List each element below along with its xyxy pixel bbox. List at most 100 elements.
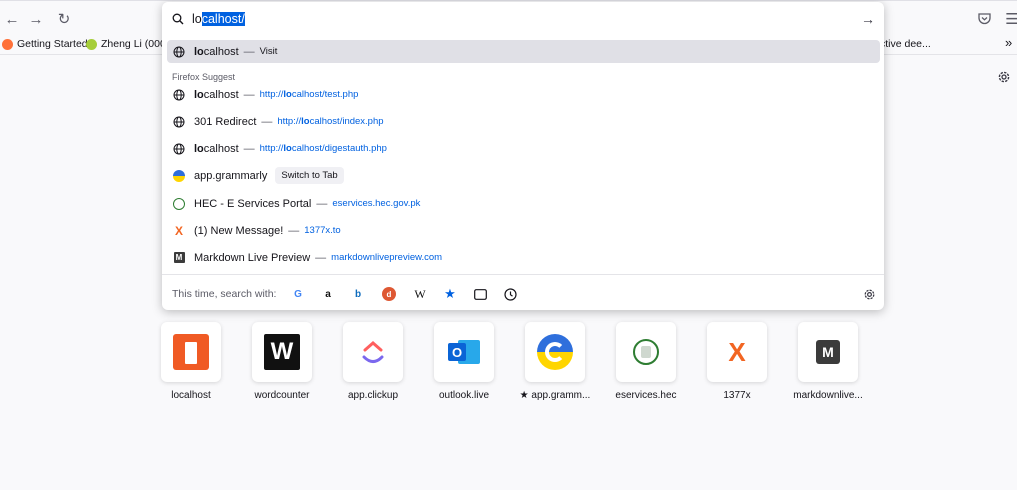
duckduckgo-icon: d <box>386 289 392 299</box>
result-separator: — <box>243 88 255 101</box>
wikipedia-icon: W <box>414 286 426 301</box>
result-separator: — <box>315 251 327 264</box>
result-separator: — <box>261 115 273 128</box>
bing-icon: b <box>354 288 362 300</box>
result-separator: — <box>243 45 255 58</box>
back-button[interactable]: ← <box>2 9 22 29</box>
top-site-wordcounter[interactable]: W <box>252 322 312 382</box>
result-title: HEC - E Services Portal <box>194 197 312 210</box>
bookmark-truncated[interactable]: ctive dee... <box>880 38 931 50</box>
result-separator: — <box>243 142 255 155</box>
hec-icon <box>172 197 186 211</box>
result-row[interactable]: HEC - E Services Portal — eservices.hec.… <box>167 192 880 215</box>
hamburger-icon: ☰ <box>1005 11 1017 28</box>
result-row[interactable]: localhost — Visit <box>167 40 880 63</box>
top-site-label[interactable]: ★ app.gramm... <box>509 390 601 401</box>
result-row[interactable]: localhost — http://localhost/digestauth.… <box>167 137 880 160</box>
top-site-outlook[interactable]: O <box>434 322 494 382</box>
pocket-button[interactable] <box>974 9 994 29</box>
top-site-label[interactable]: markdownlive... <box>782 390 874 401</box>
google-icon: G <box>294 288 302 300</box>
result-title: (1) New Message! <box>194 224 284 237</box>
top-site-label[interactable]: 1377x <box>691 390 783 401</box>
markdown-icon: M <box>816 340 840 364</box>
result-row[interactable]: M Markdown Live Preview — markdownlivepr… <box>167 246 880 269</box>
chevron-double-right-icon: » <box>1005 35 1013 50</box>
reload-button[interactable]: ↻ <box>54 9 74 29</box>
orcid-icon <box>86 38 97 50</box>
pin-icon: ★ <box>519 390 532 401</box>
result-row[interactable]: app.grammarly Switch to Tab <box>167 164 880 187</box>
autofill-selection: calhost/ <box>201 12 245 26</box>
firefox-icon <box>2 38 13 50</box>
bookmarks-overflow-button[interactable]: » <box>1005 35 1012 50</box>
result-title: 301 Redirect <box>194 115 257 128</box>
markdown-icon: M <box>172 251 186 265</box>
result-url: http://localhost/digestauth.php <box>259 143 387 154</box>
1377x-icon: X <box>728 336 746 367</box>
clock-icon <box>503 287 517 301</box>
search-settings-button[interactable] <box>862 287 876 301</box>
menu-button[interactable]: ☰ <box>1002 9 1017 29</box>
result-title: localhost <box>194 142 239 155</box>
bookmark-getting-started[interactable]: Getting Started <box>2 38 88 50</box>
top-site-clickup[interactable] <box>343 322 403 382</box>
wikipedia-engine-button[interactable]: W <box>413 287 427 301</box>
top-site-label[interactable]: wordcounter <box>236 390 328 401</box>
gear-icon <box>998 71 1010 83</box>
result-title: localhost <box>194 88 239 101</box>
top-site-label[interactable]: localhost <box>145 390 237 401</box>
result-row[interactable]: 301 Redirect — http://localhost/index.ph… <box>167 110 880 133</box>
search-icon <box>172 13 184 25</box>
amazon-engine-button[interactable]: a <box>321 287 335 301</box>
result-title: localhost <box>194 45 239 58</box>
top-site-label[interactable]: app.clickup <box>327 390 419 401</box>
arrow-right-icon: → <box>28 10 44 28</box>
urlbar-popup: localhost/ → localhost — Visit Firefox S… <box>162 2 884 310</box>
localhost-icon <box>173 334 209 370</box>
top-site-label[interactable]: outlook.live <box>418 390 510 401</box>
tabs-search-button[interactable] <box>473 287 487 301</box>
result-title: app.grammarly <box>194 169 268 182</box>
urlbar-text: localhost/ <box>192 12 245 26</box>
star-icon: ★ <box>444 286 456 301</box>
globe-icon <box>172 45 186 59</box>
forward-button[interactable]: → <box>26 9 46 29</box>
result-url: http://localhost/index.php <box>277 116 384 127</box>
grammarly-icon <box>172 169 186 183</box>
arrow-left-icon: ← <box>4 10 20 28</box>
bing-engine-button[interactable]: b <box>351 287 365 301</box>
newtab-settings-button[interactable] <box>997 70 1011 87</box>
top-site-label[interactable]: eservices.hec <box>600 390 692 401</box>
globe-icon <box>172 115 186 129</box>
top-site-1377x[interactable]: X <box>707 322 767 382</box>
result-separator: — <box>316 197 328 210</box>
result-row[interactable]: X (1) New Message! — 1377x.to <box>167 219 880 242</box>
result-row[interactable]: localhost — http://localhost/test.php <box>167 83 880 106</box>
hec-icon <box>633 339 659 365</box>
duckduckgo-engine-button[interactable]: d <box>382 287 396 301</box>
result-separator: — <box>288 224 300 237</box>
search-with-label: This time, search with: <box>172 288 277 300</box>
group-label-firefox-suggest: Firefox Suggest <box>172 72 236 82</box>
reload-icon: ↻ <box>57 11 71 28</box>
go-button[interactable]: → <box>861 11 875 27</box>
top-site-grammarly[interactable] <box>525 322 585 382</box>
amazon-icon: a <box>325 288 331 300</box>
switch-to-tab-button[interactable]: Switch to Tab <box>275 167 344 184</box>
result-url: eservices.hec.gov.pk <box>332 198 421 209</box>
result-url: http://localhost/test.php <box>259 89 359 100</box>
tab-icon <box>473 288 487 300</box>
top-site-markdown[interactable]: M <box>798 322 858 382</box>
bookmarks-search-button[interactable]: ★ <box>443 286 457 301</box>
top-site-localhost[interactable] <box>161 322 221 382</box>
google-engine-button[interactable]: G <box>291 287 305 301</box>
arrow-right-icon: → <box>861 11 875 27</box>
outlook-icon: O <box>448 338 480 366</box>
grammarly-icon <box>537 334 573 370</box>
history-search-button[interactable] <box>503 287 517 301</box>
top-site-hec[interactable] <box>616 322 676 382</box>
clickup-icon <box>362 341 384 363</box>
globe-icon <box>172 88 186 102</box>
urlbar-input[interactable]: localhost/ → <box>162 2 884 36</box>
